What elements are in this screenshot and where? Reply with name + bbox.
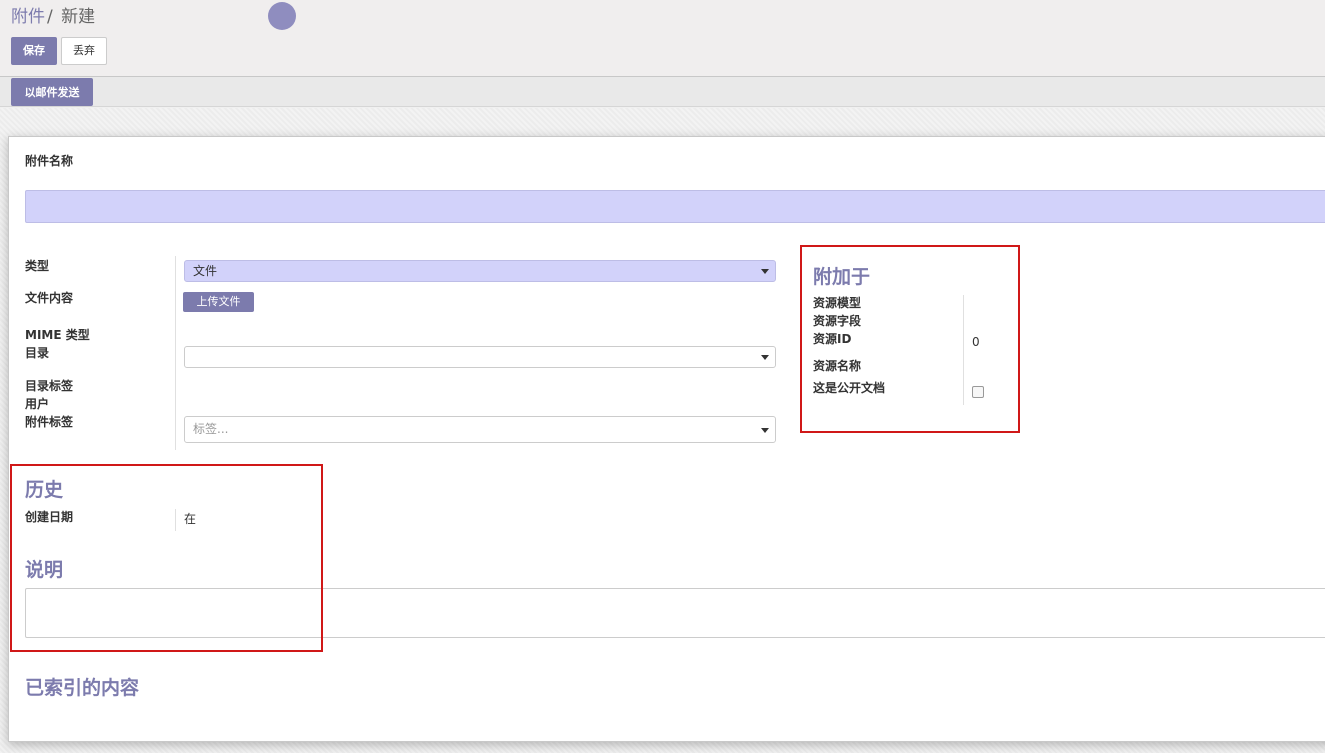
chevron-down-icon <box>761 355 769 360</box>
user-label: 用户 <box>25 397 50 411</box>
save-button[interactable]: 保存 <box>11 37 57 65</box>
tags-placeholder: 标签... <box>193 422 229 436</box>
file-content-label: 文件内容 <box>25 291 74 305</box>
breadcrumb-parent-link[interactable]: 附件 <box>11 7 45 27</box>
breadcrumb: 附件 / 新建 <box>11 6 95 28</box>
label-divider <box>175 256 176 450</box>
attachment-tags-input[interactable]: 标签... <box>184 416 776 443</box>
directory-select[interactable] <box>184 346 776 368</box>
mime-type-label: MIME 类型 <box>25 328 90 342</box>
upload-file-button[interactable]: 上传文件 <box>183 292 254 312</box>
highlight-box-history-description <box>10 464 323 652</box>
directory-tags-label: 目录标签 <box>25 379 74 393</box>
directory-label: 目录 <box>25 346 50 360</box>
statusbar: 以邮件发送 <box>0 77 1325 107</box>
type-label: 类型 <box>25 259 50 273</box>
breadcrumb-current: 新建 <box>61 7 96 27</box>
chevron-down-icon <box>761 428 769 433</box>
name-input[interactable] <box>25 190 1325 223</box>
loading-indicator-icon <box>268 2 296 30</box>
indexed-content-title: 已索引的内容 <box>25 677 140 699</box>
attachment-tags-label: 附件标签 <box>25 415 74 429</box>
type-select-value: 文件 <box>193 264 218 278</box>
discard-button[interactable]: 丢弃 <box>61 37 107 65</box>
breadcrumb-separator: / <box>47 7 53 27</box>
send-by-email-button[interactable]: 以邮件发送 <box>11 78 93 106</box>
name-label: 附件名称 <box>25 154 74 168</box>
highlight-box-attached-to <box>800 245 1020 433</box>
chevron-down-icon <box>761 269 769 274</box>
type-select[interactable]: 文件 <box>184 260 776 282</box>
control-panel: 附件 / 新建 保存 丢弃 <box>0 0 1325 77</box>
